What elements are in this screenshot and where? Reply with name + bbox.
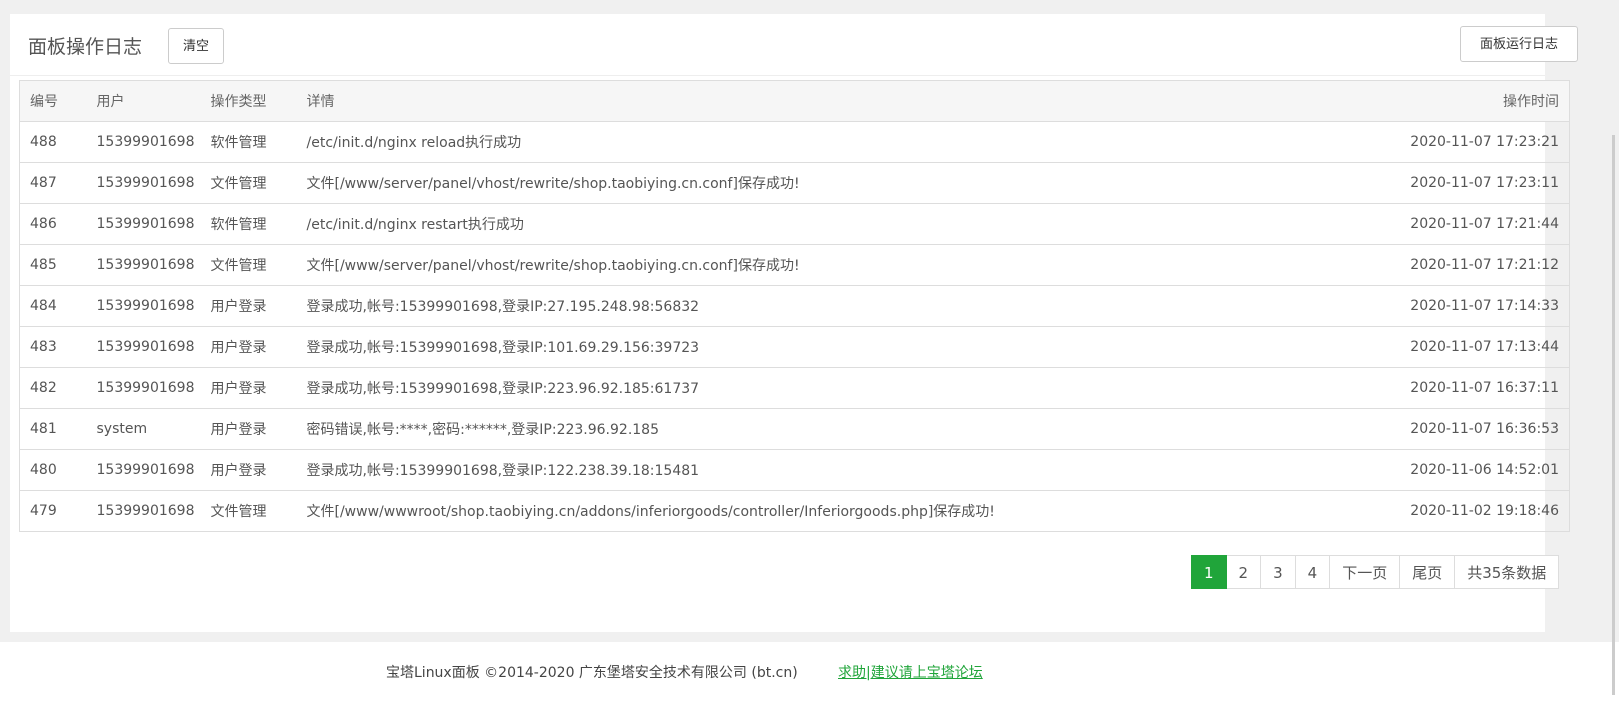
total-count: 共35条数据 (1455, 555, 1560, 589)
cell-type: 用户登录 (200, 449, 297, 491)
cell-id: 486 (19, 203, 87, 245)
cell-id: 479 (19, 490, 87, 532)
cell-detail: /etc/init.d/nginx reload执行成功 (296, 121, 1297, 163)
page-1-button[interactable]: 1 (1191, 555, 1227, 589)
column-header-time: 操作时间 (1296, 80, 1570, 122)
cell-time: 2020-11-07 17:14:33 (1296, 285, 1570, 327)
cell-type: 文件管理 (200, 244, 297, 286)
column-header-id: 编号 (19, 80, 87, 122)
cell-user: 15399901698 (86, 244, 201, 286)
column-header-detail: 详情 (296, 80, 1297, 122)
cell-type: 文件管理 (200, 490, 297, 532)
next-page-button[interactable]: 下一页 (1330, 555, 1401, 589)
table-row: 488 15399901698 软件管理 /etc/init.d/nginx r… (19, 121, 1570, 163)
cell-detail: 文件[/www/server/panel/vhost/rewrite/shop.… (296, 244, 1297, 286)
cell-time: 2020-11-02 19:18:46 (1296, 490, 1570, 532)
cell-user: system (86, 408, 201, 450)
table-row: 485 15399901698 文件管理 文件[/www/server/pane… (19, 244, 1570, 286)
cell-type: 用户登录 (200, 285, 297, 327)
table-row: 482 15399901698 用户登录 登录成功,帐号:15399901698… (19, 367, 1570, 409)
cell-time: 2020-11-07 16:37:11 (1296, 367, 1570, 409)
table-row: 487 15399901698 文件管理 文件[/www/server/pane… (19, 162, 1570, 204)
cell-user: 15399901698 (86, 367, 201, 409)
table-header-row: 编号 用户 操作类型 详情 操作时间 (19, 80, 1570, 122)
panel-header: 面板操作日志 清空 面板运行日志 (10, 14, 1578, 76)
column-header-type: 操作类型 (200, 80, 297, 122)
cell-time: 2020-11-07 17:21:44 (1296, 203, 1570, 245)
cell-time: 2020-11-07 17:23:11 (1296, 162, 1570, 204)
cell-type: 用户登录 (200, 326, 297, 368)
cell-user: 15399901698 (86, 203, 201, 245)
table-row: 480 15399901698 用户登录 登录成功,帐号:15399901698… (19, 449, 1570, 491)
cell-user: 15399901698 (86, 449, 201, 491)
column-header-user: 用户 (86, 80, 201, 122)
page-2-button[interactable]: 2 (1226, 555, 1262, 589)
cell-user: 15399901698 (86, 326, 201, 368)
clear-button[interactable]: 清空 (168, 28, 224, 64)
cell-detail: 登录成功,帐号:15399901698,登录IP:27.195.248.98:5… (296, 285, 1297, 327)
cell-user: 15399901698 (86, 285, 201, 327)
pagination: 1 2 3 4 下一页 尾页 共35条数据 (1191, 555, 1560, 589)
cell-detail: 文件[/www/wwwroot/shop.taobiying.cn/addons… (296, 490, 1297, 532)
footer-copyright: 宝塔Linux面板 ©2014-2020 广东堡塔安全技术有限公司 (bt.cn… (386, 665, 798, 681)
cell-id: 481 (19, 408, 87, 450)
cell-detail: 登录成功,帐号:15399901698,登录IP:101.69.29.156:3… (296, 326, 1297, 368)
cell-type: 文件管理 (200, 162, 297, 204)
last-page-button[interactable]: 尾页 (1400, 555, 1456, 589)
cell-time: 2020-11-07 17:13:44 (1296, 326, 1570, 368)
cell-id: 483 (19, 326, 87, 368)
log-table: 编号 用户 操作类型 详情 操作时间 488 15399901698 软件管理 … (19, 80, 1570, 532)
cell-id: 485 (19, 244, 87, 286)
table-row: 484 15399901698 用户登录 登录成功,帐号:15399901698… (19, 285, 1570, 327)
page-title: 面板操作日志 (28, 36, 143, 58)
cell-time: 2020-11-07 17:21:12 (1296, 244, 1570, 286)
table-row: 483 15399901698 用户登录 登录成功,帐号:15399901698… (19, 326, 1570, 368)
cell-user: 15399901698 (86, 490, 201, 532)
forum-help-link[interactable]: 求助|建议请上宝塔论坛 (838, 662, 983, 682)
page-3-button[interactable]: 3 (1261, 555, 1296, 589)
cell-id: 480 (19, 449, 87, 491)
footer: 宝塔Linux面板 ©2014-2020 广东堡塔安全技术有限公司 (bt.cn… (0, 642, 1619, 703)
cell-type: 用户登录 (200, 408, 297, 450)
table-row: 479 15399901698 文件管理 文件[/www/wwwroot/sho… (19, 490, 1570, 532)
cell-user: 15399901698 (86, 121, 201, 163)
cell-detail: /etc/init.d/nginx restart执行成功 (296, 203, 1297, 245)
panel-runlog-button[interactable]: 面板运行日志 (1460, 26, 1578, 62)
cell-time: 2020-11-07 16:36:53 (1296, 408, 1570, 450)
cell-user: 15399901698 (86, 162, 201, 204)
cell-id: 484 (19, 285, 87, 327)
cell-type: 软件管理 (200, 121, 297, 163)
cell-time: 2020-11-06 14:52:01 (1296, 449, 1570, 491)
cell-detail: 登录成功,帐号:15399901698,登录IP:122.238.39.18:1… (296, 449, 1297, 491)
table-row: 481 system 用户登录 密码错误,帐号:****,密码:******,登… (19, 408, 1570, 450)
cell-time: 2020-11-07 17:23:21 (1296, 121, 1570, 163)
cell-type: 软件管理 (200, 203, 297, 245)
cell-id: 488 (19, 121, 87, 163)
cell-detail: 登录成功,帐号:15399901698,登录IP:223.96.92.185:6… (296, 367, 1297, 409)
cell-type: 用户登录 (200, 367, 297, 409)
cell-detail: 密码错误,帐号:****,密码:******,登录IP:223.96.92.18… (296, 408, 1297, 450)
cell-detail: 文件[/www/server/panel/vhost/rewrite/shop.… (296, 162, 1297, 204)
cell-id: 482 (19, 367, 87, 409)
page-scrollbar[interactable] (1612, 135, 1615, 695)
table-row: 486 15399901698 软件管理 /etc/init.d/nginx r… (19, 203, 1570, 245)
page-4-button[interactable]: 4 (1295, 555, 1331, 589)
cell-id: 487 (19, 162, 87, 204)
